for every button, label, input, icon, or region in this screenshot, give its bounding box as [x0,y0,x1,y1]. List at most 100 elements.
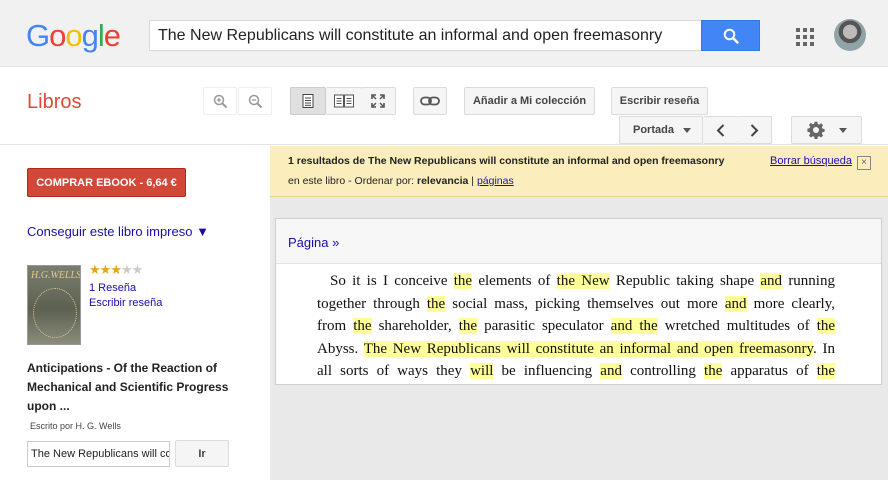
results-scope: en este libro [288,175,346,187]
star-filled-icon: ★ [99,262,112,277]
clear-search-link[interactable]: Borrar búsqueda [770,155,852,167]
cover-ornament [33,288,77,338]
two-page-icon [333,94,354,108]
text-run: parasitic speculator [477,318,611,334]
highlighted-term: and [600,363,622,379]
text-line: together through the social mass, pickin… [317,293,835,316]
chevron-down-icon [682,127,691,133]
text-line: Abyss. The New Republicans will constitu… [317,338,835,361]
star-filled-icon: ★ [89,262,101,277]
text-run: controlling [621,363,705,379]
fullscreen-button[interactable] [361,87,396,115]
cover-title: H.G.WELLS [31,270,81,281]
search-icon [723,28,739,44]
text-run: So it is I conceive [330,273,454,289]
text-line: So it is I conceive the elements of the … [317,270,835,293]
order-by-pages-link[interactable]: páginas [477,175,514,187]
highlighted-term: the [453,273,473,289]
results-options: en este libro - Ordenar por: relevancia … [288,175,514,187]
page-link[interactable]: Página » [288,235,339,250]
star-empty-icon: ★ [131,262,144,277]
highlighted-term: will [470,363,494,379]
go-button[interactable]: Ir [175,440,229,467]
results-summary: 1 resultados de The New Republicans will… [288,155,724,167]
zoom-in-icon [213,94,227,108]
text-run: social mass, picking themselves out more [445,295,725,312]
text-run: be influencing [493,363,601,379]
text-line: all sorts of ways they will be influenci… [317,360,836,383]
top-bar: Google The New Republicans will constitu… [0,0,888,67]
close-icon[interactable]: × [857,156,871,170]
zoom-in-button[interactable] [203,87,237,115]
logo-letter: o [49,18,66,53]
search-results-bar: 1 resultados de The New Republicans will… [270,146,888,197]
results-query: The New Republicans will constitute an i… [367,155,725,167]
text-run: Abyss. [317,340,364,357]
page-snippet-panel: Página » So it is I conceive the element… [275,218,882,385]
text-run: . In [813,340,835,357]
book-sidebar: COMPRAR EBOOK - 6,64 € Conseguir este li… [0,146,270,480]
zoom-out-icon [248,94,262,108]
link-icon [420,96,440,106]
settings-button[interactable] [791,116,862,144]
logo-letter: G [26,18,50,53]
star-filled-icon: ★ [110,262,122,277]
highlighted-term: and [760,273,783,289]
text-run: Republic taking shape [609,273,761,289]
next-page-button[interactable] [737,116,772,144]
text-run: from [317,318,354,334]
chevron-left-icon [716,123,724,137]
gear-icon [806,121,825,139]
text-run: running [782,273,835,289]
highlighted-term: the [353,318,372,334]
star-empty-icon: ★ [120,262,133,277]
buy-ebook-button[interactable]: COMPRAR EBOOK - 6,64 € [27,168,186,197]
portada-label: Portada [633,124,674,136]
book-toolbar: Libros Añadir a Mi colección Escribir re… [0,67,888,145]
text-run: together through [317,295,427,312]
text-run: wretched multitudes of [657,318,817,334]
in-book-search-input[interactable]: The New Republicans will co [27,441,170,467]
single-page-icon [302,94,314,108]
get-print-book-link[interactable]: Conseguir este libro impreso ▼ [27,224,209,239]
highlighted-term: the [816,363,836,379]
avatar[interactable] [834,19,866,51]
text-line: from the shareholder, the parasitic spec… [317,315,836,338]
section-title[interactable]: Libros [27,91,81,114]
fullscreen-icon [371,94,385,108]
highlighted-term: and [724,295,747,312]
results-count: 1 resultados de [288,155,368,167]
google-logo[interactable]: Google [26,18,121,54]
previous-page-button[interactable] [703,116,738,144]
order-relevance[interactable]: relevancia [417,175,468,187]
zoom-out-button[interactable] [238,87,272,115]
portada-dropdown[interactable]: Portada [619,116,703,144]
highlighted-term: The New Republicans will constitute an i… [363,340,814,357]
chevron-right-icon [750,123,758,137]
single-page-view-button[interactable] [290,87,326,115]
highlighted-term: the [426,295,446,312]
two-page-view-button[interactable] [326,87,362,115]
page-header: Página » [276,219,881,264]
highlighted-term: and the [610,318,658,334]
book-cover[interactable]: H.G.WELLS [27,265,81,345]
logo-letter: e [103,18,121,53]
write-review-link[interactable]: Escribir reseña [89,297,162,309]
apps-grid-icon[interactable] [796,28,814,46]
search-input[interactable]: The New Republicans will constitute an i… [149,20,701,51]
text-run: all sorts of ways they [317,363,471,379]
write-review-button[interactable]: Escribir reseña [611,87,708,115]
reviews-link[interactable]: 1 Reseña [89,282,136,294]
text-run: shareholder, [371,318,459,334]
highlighted-term: the New [556,273,610,289]
chevron-down-icon [838,127,847,133]
highlighted-term: the [816,318,836,334]
logo-letter: o [65,18,82,53]
page-text: So it is I conceive the elements of the … [317,270,836,383]
logo-letter: g [81,18,99,53]
highlighted-term: the [704,363,723,379]
add-to-collection-button[interactable]: Añadir a Mi colección [464,87,595,115]
text-run: apparatus of [722,363,817,379]
search-button[interactable] [701,20,760,51]
link-button[interactable] [413,87,447,115]
